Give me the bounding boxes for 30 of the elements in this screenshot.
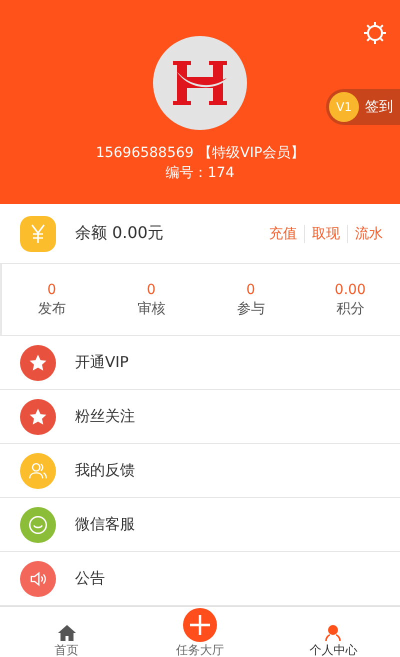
home-icon xyxy=(56,624,77,642)
menu-item[interactable]: 我的反馈 xyxy=(0,444,400,498)
stat-label: 积分 xyxy=(336,300,364,318)
tab-item[interactable]: 任务大厅 xyxy=(133,607,267,657)
user-phone-level: 15696588569 【特级VIP会员】 xyxy=(96,144,304,162)
tab-item[interactable]: 首页 xyxy=(0,607,134,657)
stat-value: 0 xyxy=(47,282,56,298)
menu-label: 微信客服 xyxy=(75,515,135,534)
menu-item[interactable]: 微信客服 xyxy=(0,498,400,552)
yen-icon xyxy=(20,216,56,252)
checkin-label: 签到 xyxy=(365,98,393,116)
menu-item[interactable]: 粉丝关注 xyxy=(0,390,400,444)
stat-value: 0 xyxy=(146,282,156,298)
settings-icon[interactable] xyxy=(363,21,387,45)
menu-label: 开通VIP xyxy=(75,353,129,372)
stat-value: 0.00 xyxy=(334,282,366,298)
stat-value: 0 xyxy=(246,282,256,298)
person-icon xyxy=(323,624,344,642)
checkin-button[interactable]: V1 签到 xyxy=(326,89,400,125)
member-id: 编号：174 xyxy=(166,164,234,182)
level-badge: V1 xyxy=(329,92,359,122)
stat-label: 审核 xyxy=(137,300,166,318)
menu-label: 公告 xyxy=(75,569,105,588)
menu-label: 我的反馈 xyxy=(75,461,135,480)
menu-item[interactable]: 开通VIP xyxy=(0,336,400,390)
tab-item[interactable]: 个人中心 xyxy=(266,607,400,657)
stat-label: 参与 xyxy=(236,300,265,318)
balance-text: 余额 0.00元 xyxy=(75,223,165,244)
stat-label: 发布 xyxy=(38,300,66,318)
menu-label: 粉丝关注 xyxy=(75,407,135,426)
